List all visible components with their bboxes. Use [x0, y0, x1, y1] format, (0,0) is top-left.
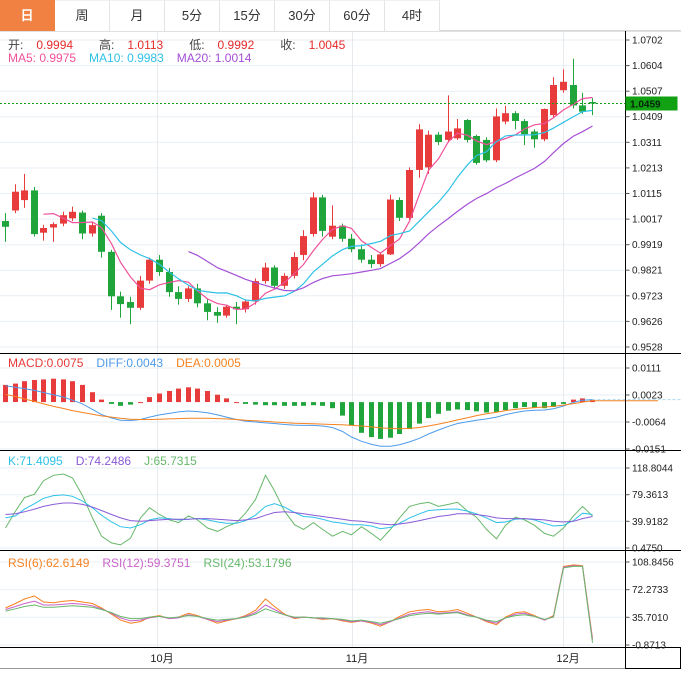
svg-text:79.3613: 79.3613 — [632, 490, 669, 501]
svg-text:0.4750: 0.4750 — [632, 544, 663, 555]
j-line — [5, 473, 593, 546]
panel-separators — [0, 31, 681, 669]
candles — [2, 58, 596, 325]
svg-text:118.8044: 118.8044 — [632, 464, 673, 475]
y-axis: 1.0702 1.0604 1.0507 1.0409 1.0311 1.0213 1.01… — [625, 36, 674, 652]
tab-60min[interactable]: 60分 — [330, 0, 385, 31]
chart-canvas[interactable]: 1.0702 1.0604 1.0507 1.0409 1.0311 1.0213 1.01… — [0, 0, 681, 673]
svg-text:12月: 12月 — [556, 653, 579, 665]
svg-text:-0.0064: -0.0064 — [632, 418, 666, 429]
svg-text:11月: 11月 — [346, 653, 368, 665]
rsi6-line — [5, 564, 593, 639]
trading-chart-app: 日周月 5分 15分 30分 60分 4时 1.0702 1.0604 1.0507 1.040… — [0, 0, 681, 673]
tab-week[interactable]: 周 — [55, 0, 110, 31]
svg-text:0.0111: 0.0111 — [632, 364, 662, 375]
rsi24-line — [5, 565, 593, 643]
svg-text:1.0604: 1.0604 — [632, 61, 663, 72]
period-toolbar: 日周月 5分 15分 30分 60分 4时 — [0, 0, 681, 31]
svg-text:0.9919: 0.9919 — [632, 240, 663, 251]
svg-text:35.7010: 35.7010 — [632, 613, 669, 624]
x-axis-months: 10月 11月 12月 — [150, 653, 579, 665]
svg-text:-0.8713: -0.8713 — [632, 641, 666, 652]
rsi12-line — [5, 565, 593, 640]
svg-text:0.9626: 0.9626 — [632, 317, 663, 328]
ma5-line — [43, 96, 593, 311]
tab-4hour[interactable]: 4时 — [385, 0, 440, 31]
svg-text:-0.0151: -0.0151 — [632, 445, 666, 456]
svg-text:39.9182: 39.9182 — [632, 517, 669, 528]
k-line — [5, 494, 593, 530]
tab-15min[interactable]: 15分 — [220, 0, 275, 31]
svg-text:1.0702: 1.0702 — [632, 36, 663, 47]
tab-day[interactable]: 日 — [0, 0, 55, 31]
svg-text:1.0017: 1.0017 — [632, 215, 663, 226]
svg-text:1.0459: 1.0459 — [630, 99, 661, 110]
svg-text:0.9528: 0.9528 — [632, 343, 663, 354]
price-tag: 1.0459 — [625, 96, 678, 111]
svg-text:1.0311: 1.0311 — [632, 138, 662, 149]
svg-text:1.0213: 1.0213 — [632, 163, 663, 174]
tab-5min[interactable]: 5分 — [165, 0, 220, 31]
svg-text:0.9723: 0.9723 — [632, 291, 663, 302]
svg-text:0.9821: 0.9821 — [632, 266, 663, 277]
svg-text:108.8456: 108.8456 — [632, 558, 674, 569]
svg-text:1.0115: 1.0115 — [632, 189, 662, 200]
svg-text:72.2733: 72.2733 — [632, 585, 669, 596]
svg-text:1.0507: 1.0507 — [632, 87, 663, 98]
svg-text:1.0409: 1.0409 — [632, 112, 663, 123]
grid — [0, 31, 625, 647]
svg-text:0.0023: 0.0023 — [632, 391, 663, 402]
tab-month[interactable]: 月 — [110, 0, 165, 31]
tab-30min[interactable]: 30分 — [275, 0, 330, 31]
svg-text:10月: 10月 — [150, 653, 173, 665]
